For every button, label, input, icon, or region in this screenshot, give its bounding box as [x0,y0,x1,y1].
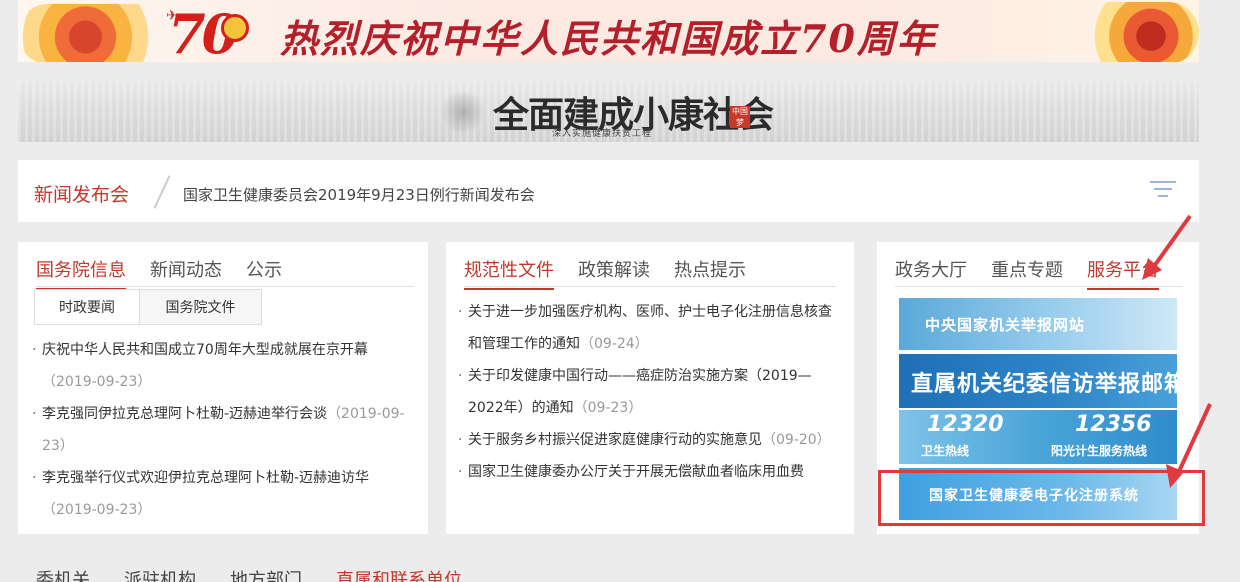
button-label: 中央国家机关举报网站 [925,316,1086,334]
discipline-mailbox-button[interactable]: 直属机关纪委信访举报邮箱 [899,354,1177,408]
tab-ministry-organs[interactable]: 委机关 [36,566,90,582]
tab-public-notice[interactable]: 公示 [246,256,282,290]
divider [153,175,171,209]
subtab-bar: 时政要闻 国务院文件 [34,289,262,325]
state-council-panel: 国务院信息 新闻动态 公示 时政要闻 国务院文件 庆祝中华人民共和国成立70周年… [18,242,428,534]
list-item[interactable]: 李克强举行仪式欢迎伊拉克总理阿卜杜勒-迈赫迪访华 （2019-09-23） [32,462,412,526]
tab-key-topics[interactable]: 重点专题 [991,256,1063,290]
document-link[interactable]: 关于进一步加强医疗机构、医师、护士电子化注册信息核查和管理工作的通知 [468,304,832,352]
hotline-number: 12320 [927,412,1004,437]
bottom-tab-bar: 委机关 派驻机构 地方部门 直属和联系单位 [36,566,496,582]
item-date: （2019-09-23） [42,374,152,390]
divider [464,286,836,287]
document-link[interactable]: 关于服务乡村振兴促进家庭健康行动的实施意见 [468,432,762,448]
banner-subtitle: 深入实施健康扶贫工程 [552,129,653,139]
tab-policy-interpretation[interactable]: 政策解读 [578,256,650,290]
peony-decoration [18,4,168,62]
subtab-political-news[interactable]: 时政要闻 [34,289,140,325]
news-list: 庆祝中华人民共和国成立70周年大型成就展在京开幕 （2019-09-23） 李克强… [32,334,412,526]
list-item[interactable]: 关于进一步加强医疗机构、医师、护士电子化注册信息核查和管理工作的通知（09-24… [458,296,842,360]
tab-government-hall[interactable]: 政务大厅 [895,256,967,290]
hotline-caption: 卫生热线 [921,444,970,458]
divider [36,286,414,287]
news-conference-label[interactable]: 新闻发布会 [34,180,129,207]
annotation-arrow [1142,214,1192,280]
tab-bar: 国务院信息 新闻动态 公示 [36,256,306,290]
list-item[interactable]: 国家卫生健康委办公厅关于开展无偿献血者临床用血费 [458,456,842,488]
item-date: （09-20） [762,432,831,448]
highlight-box [878,470,1205,526]
news-conference-headline[interactable]: 国家卫生健康委员会2019年9月23日例行新闻发布会 [183,184,535,205]
news-conference-bar: 新闻发布会 国家卫生健康委员会2019年9月23日例行新闻发布会 [18,160,1199,222]
tab-affiliated-units[interactable]: 直属和联系单位 [336,566,462,582]
hotline-banner[interactable]: 12320 卫生热线 12356 阳光计生服务热线 [899,410,1177,464]
button-label: 直属机关纪委信访举报邮箱 [911,372,1177,397]
news-link[interactable]: 李克强举行仪式欢迎伊拉克总理阿卜杜勒-迈赫迪访华 [42,470,369,486]
hotline-number: 12356 [1075,412,1152,437]
ink-mountain-decoration [438,92,488,132]
list-item[interactable]: 关于服务乡村振兴促进家庭健康行动的实施意见（09-20） [458,424,842,456]
tab-bar: 规范性文件 政策解读 热点提示 [464,256,770,290]
central-report-site-button[interactable]: 中央国家机关举报网站 [899,298,1177,350]
item-date: （09-23） [573,400,643,416]
list-item[interactable]: 关于印发健康中国行动——癌症防治实施方案（2019—2022年）的通知（09-2… [458,360,842,424]
divider [895,286,1183,287]
list-item[interactable]: 李克强同伊拉克总理阿卜杜勒-迈赫迪举行会谈（2019-09-23） [32,398,412,462]
news-link[interactable]: 庆祝中华人民共和国成立70周年大型成就展在京开幕 [42,342,368,358]
tab-state-council-info[interactable]: 国务院信息 [36,256,126,290]
hotline-caption: 阳光计生服务热线 [1051,444,1148,458]
peony-decoration [1079,2,1199,62]
tab-news-updates[interactable]: 新闻动态 [150,256,222,290]
tab-bar: 政务大厅 重点专题 服务平台 [895,256,1159,290]
news-link[interactable]: 李克强同伊拉克总理阿卜杜勒-迈赫迪举行会谈 [42,406,327,422]
tab-local-departments[interactable]: 地方部门 [230,566,302,582]
documents-panel: 规范性文件 政策解读 热点提示 关于进一步加强医疗机构、医师、护士电子化注册信息… [446,242,854,534]
national-emblem-icon [221,14,249,42]
seal-stamp: 中国梦 [730,106,750,128]
annotation-arrow [1166,403,1212,488]
banner-title: 热烈庆祝中华人民共和国成立70周年 [280,16,937,61]
item-date: （2019-09-23） [42,502,152,518]
document-link[interactable]: 国家卫生健康委办公厅关于开展无偿献血者临床用血费 [468,464,804,480]
tab-normative-documents[interactable]: 规范性文件 [464,256,554,290]
anniversary-banner[interactable]: ✈ 70 热烈庆祝中华人民共和国成立70周年 [18,0,1199,62]
subtab-state-council-docs[interactable]: 国务院文件 [140,289,262,325]
document-list: 关于进一步加强医疗机构、医师、护士电子化注册信息核查和管理工作的通知（09-24… [458,296,842,488]
menu-icon[interactable] [1150,180,1176,200]
list-item[interactable]: 庆祝中华人民共和国成立70周年大型成就展在京开幕 （2019-09-23） [32,334,412,398]
tab-hot-topics[interactable]: 热点提示 [674,256,746,290]
xiaokang-banner[interactable]: 全面建成小康社会 深入实施健康扶贫工程 中国梦 [18,82,1199,142]
tab-stationed-agencies[interactable]: 派驻机构 [124,566,196,582]
item-date: （09-24） [580,336,649,352]
